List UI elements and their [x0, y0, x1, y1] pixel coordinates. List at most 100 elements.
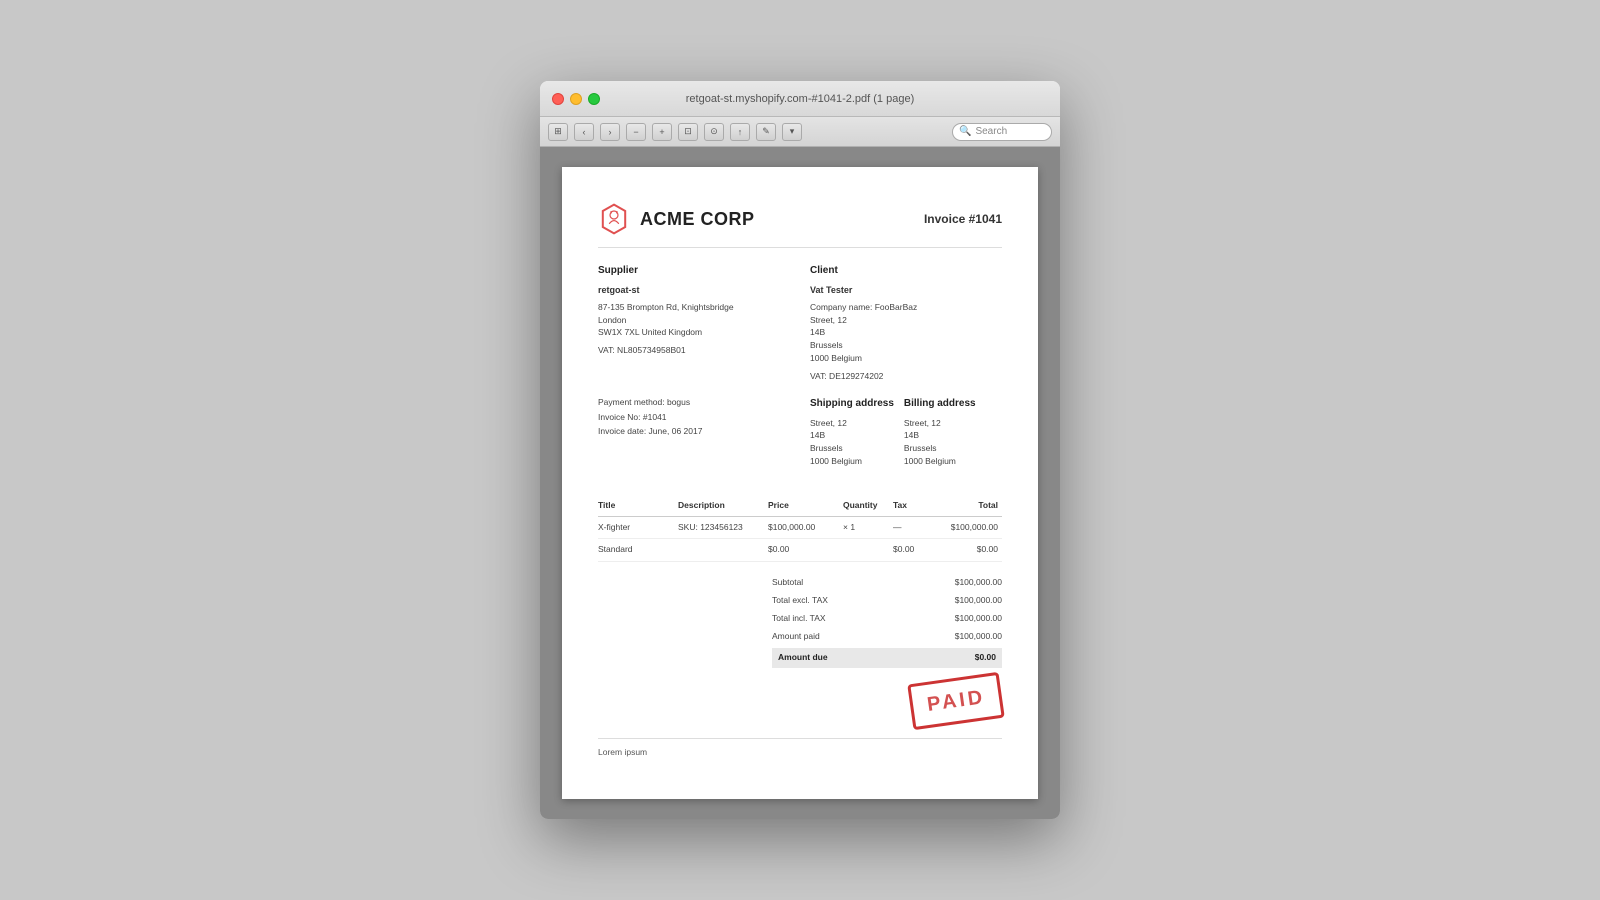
client-addr-line1: Street, 12: [810, 314, 1002, 327]
subtotal-row: Subtotal $100,000.00: [772, 574, 1002, 592]
invoice-date: Invoice date: June, 06 2017: [598, 426, 790, 438]
close-button[interactable]: [552, 93, 564, 105]
bookmark-button[interactable]: ⊙: [704, 123, 724, 141]
amount-due-value: $0.00: [975, 652, 996, 664]
company-name: ACME CORP: [640, 207, 755, 232]
bill-line3: Brussels: [904, 442, 976, 455]
invoice-no: Invoice No: #1041: [598, 412, 790, 424]
maximize-button[interactable]: [588, 93, 600, 105]
client-addr-line2: 14B: [810, 326, 1002, 339]
cell-quantity: × 1: [843, 516, 893, 539]
cell-description: SKU: 123456123: [678, 516, 768, 539]
paid-text: PAID: [925, 686, 986, 716]
address-columns: Shipping address Street, 12 14B Brussels…: [810, 397, 1002, 468]
footer-text: Lorem ipsum: [598, 747, 1002, 759]
supplier-client-section: Supplier retgoat-st 87-135 Brompton Rd, …: [598, 264, 1002, 382]
bill-line4: 1000 Belgium: [904, 455, 976, 468]
cell-price: $100,000.00: [768, 516, 843, 539]
titlebar: retgoat-st.myshopify.com-#1041-2.pdf (1 …: [540, 81, 1060, 117]
invoice-number: Invoice #1041: [924, 203, 1002, 228]
subtotal-value: $100,000.00: [955, 577, 1002, 589]
cell-price: $0.00: [768, 539, 843, 562]
client-title: Client: [810, 264, 1002, 278]
supplier-vat: VAT: NL805734958B01: [598, 345, 790, 357]
cell-quantity: [843, 539, 893, 562]
billing-title: Billing address: [904, 397, 976, 411]
header-divider: [598, 247, 1002, 248]
footer-divider: [598, 738, 1002, 739]
annotate-dropdown[interactable]: ▾: [782, 123, 802, 141]
supplier-addr-line1: 87-135 Brompton Rd, Knightsbridge: [598, 301, 790, 314]
shipping-title: Shipping address: [810, 397, 894, 411]
table-row: X-fighter SKU: 123456123 $100,000.00 × 1…: [598, 516, 1002, 539]
amount-due-row: Amount due $0.00: [772, 648, 1002, 668]
window-title: retgoat-st.myshopify.com-#1041-2.pdf (1 …: [686, 93, 914, 105]
total-incl-label: Total incl. TAX: [772, 613, 826, 625]
pdf-viewer: ACME CORP Invoice #1041 Supplier retgoat…: [540, 147, 1060, 818]
supplier-addr-line3: SW1X 7XL United Kingdom: [598, 326, 790, 339]
cell-total: $100,000.00: [933, 516, 1002, 539]
client-section: Client Vat Tester Company name: FooBarBa…: [810, 264, 1002, 382]
totals-table: Subtotal $100,000.00 Total excl. TAX $10…: [772, 574, 1002, 667]
sidebar-toggle-button[interactable]: ⊞: [548, 123, 568, 141]
amount-paid-row: Amount paid $100,000.00: [772, 628, 1002, 646]
shipping-address-section: Shipping address Street, 12 14B Brussels…: [810, 397, 894, 468]
zoom-out-button[interactable]: −: [626, 123, 646, 141]
invoice-table: Title Description Price Quantity Tax Tot…: [598, 496, 1002, 563]
supplier-addr-line2: London: [598, 314, 790, 327]
client-addr-line3: Brussels: [810, 339, 1002, 352]
invoice-header: ACME CORP Invoice #1041: [598, 203, 1002, 235]
total-incl-row: Total incl. TAX $100,000.00: [772, 610, 1002, 628]
ship-line3: Brussels: [810, 442, 894, 455]
cell-tax: $0.00: [893, 539, 933, 562]
ship-line2: 14B: [810, 429, 894, 442]
logo-area: ACME CORP: [598, 203, 755, 235]
cell-title: X-fighter: [598, 516, 678, 539]
totals-area: Subtotal $100,000.00 Total excl. TAX $10…: [598, 574, 1002, 667]
payment-shipping-section: Payment method: bogus Invoice No: #1041 …: [598, 397, 1002, 482]
amount-paid-value: $100,000.00: [955, 631, 1002, 643]
toolbar: ⊞ ‹ › − + ⊡ ⊙ ↑ ✎ ▾ 🔍 Search: [540, 117, 1060, 147]
amount-paid-label: Amount paid: [772, 631, 820, 643]
cell-tax: —: [893, 516, 933, 539]
total-excl-value: $100,000.00: [955, 595, 1002, 607]
paid-stamp: PAID: [907, 672, 1005, 730]
company-logo-icon: [598, 203, 630, 235]
forward-button[interactable]: ›: [600, 123, 620, 141]
payment-section: Payment method: bogus Invoice No: #1041 …: [598, 397, 790, 482]
client-company: Company name: FooBarBaz: [810, 301, 1002, 314]
supplier-section: Supplier retgoat-st 87-135 Brompton Rd, …: [598, 264, 790, 382]
ship-line1: Street, 12: [810, 417, 894, 430]
zoom-in-button[interactable]: +: [652, 123, 672, 141]
total-incl-value: $100,000.00: [955, 613, 1002, 625]
bill-line1: Street, 12: [904, 417, 976, 430]
cell-description: [678, 539, 768, 562]
annotate-button[interactable]: ✎: [756, 123, 776, 141]
col-price: Price: [768, 496, 843, 516]
col-description: Description: [678, 496, 768, 516]
share-button[interactable]: ↑: [730, 123, 750, 141]
search-bar[interactable]: 🔍 Search: [952, 123, 1052, 141]
subtotal-label: Subtotal: [772, 577, 803, 589]
payment-method: Payment method: bogus: [598, 397, 790, 409]
billing-address: Street, 12 14B Brussels 1000 Belgium: [904, 417, 976, 468]
bill-line2: 14B: [904, 429, 976, 442]
col-title: Title: [598, 496, 678, 516]
fit-button[interactable]: ⊡: [678, 123, 698, 141]
address-section: Shipping address Street, 12 14B Brussels…: [810, 397, 1002, 482]
back-button[interactable]: ‹: [574, 123, 594, 141]
col-total: Total: [933, 496, 1002, 516]
client-name: Vat Tester: [810, 284, 1002, 297]
client-address: Company name: FooBarBaz Street, 12 14B B…: [810, 301, 1002, 365]
amount-due-label: Amount due: [778, 652, 828, 664]
total-excl-label: Total excl. TAX: [772, 595, 828, 607]
cell-title: Standard: [598, 539, 678, 562]
col-quantity: Quantity: [843, 496, 893, 516]
table-row: Standard $0.00 $0.00 $0.00: [598, 539, 1002, 562]
client-addr-line4: 1000 Belgium: [810, 352, 1002, 365]
ship-line4: 1000 Belgium: [810, 455, 894, 468]
col-tax: Tax: [893, 496, 933, 516]
search-label: Search: [975, 126, 1007, 137]
minimize-button[interactable]: [570, 93, 582, 105]
client-vat: VAT: DE129274202: [810, 371, 1002, 383]
